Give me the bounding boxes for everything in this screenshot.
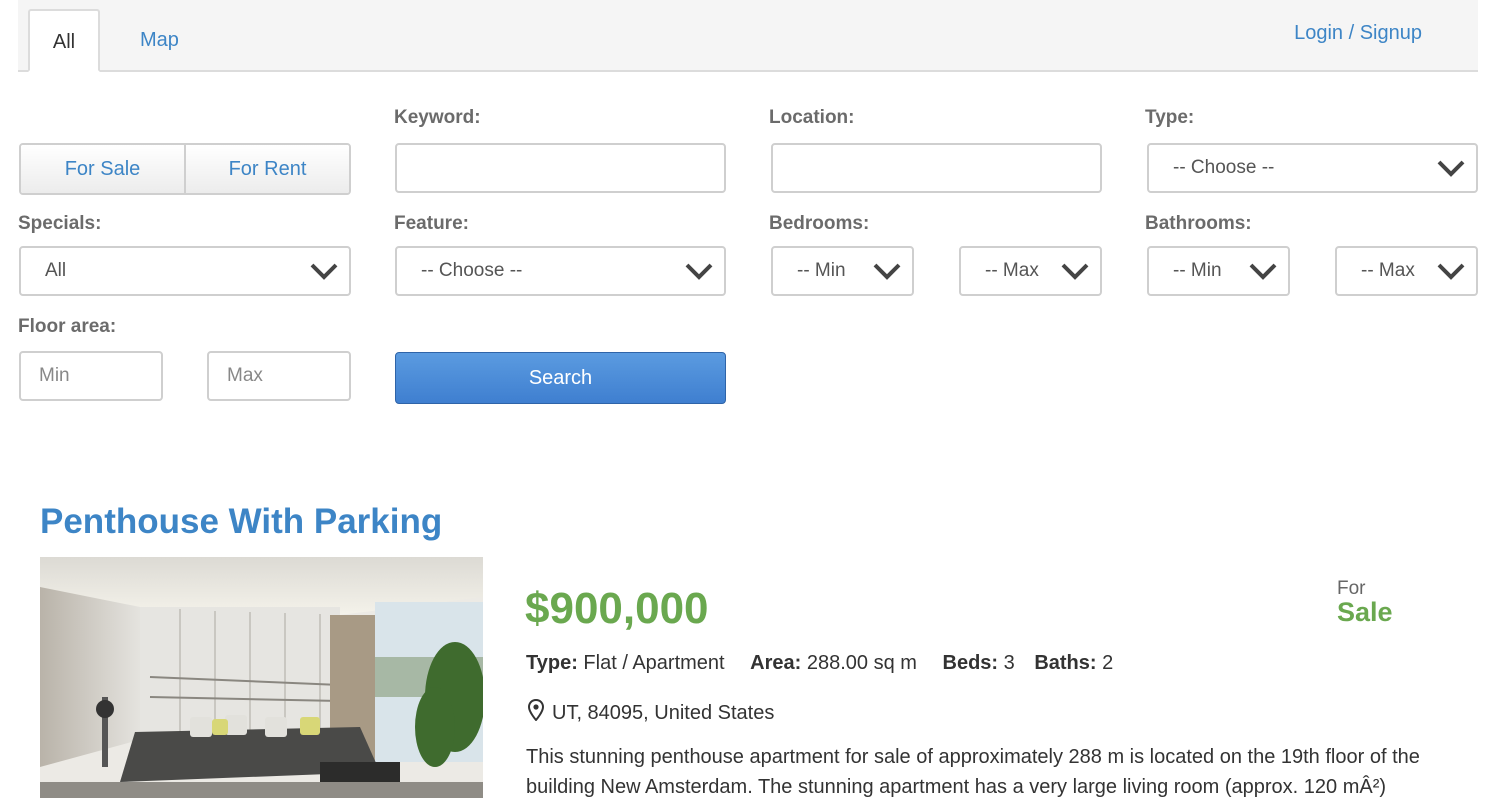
type-select-value: -- Choose -- <box>1173 157 1275 178</box>
listing-location: UT, 84095, United States <box>527 698 775 727</box>
area-spec-value: 288.00 sq m <box>806 652 917 674</box>
bathrooms-min-select[interactable]: -- Min <box>1147 246 1290 296</box>
listing-location-text: UT, 84095, United States <box>552 701 775 724</box>
for-sale-button[interactable]: For Sale <box>21 145 184 193</box>
location-label: Location: <box>769 107 855 128</box>
type-label: Type: <box>1145 107 1195 128</box>
listing-price: $900,000 <box>525 584 709 633</box>
specials-select-value: All <box>45 260 67 281</box>
listing-specs: Type: Flat / Apartment Area: 288.00 sq m… <box>526 652 1113 675</box>
chevron-down-icon <box>1436 157 1466 179</box>
search-button[interactable]: Search <box>395 352 726 404</box>
feature-select-value: -- Choose -- <box>421 260 523 281</box>
listing-description: This stunning penthouse apartment for sa… <box>526 746 1420 798</box>
floor-area-label: Floor area: <box>18 316 117 337</box>
tab-all[interactable]: All <box>28 9 100 72</box>
chevron-down-icon <box>684 260 714 282</box>
bedrooms-label: Bedrooms: <box>769 213 870 234</box>
tab-bar: All Map Login / Signup <box>18 0 1478 72</box>
bathrooms-label: Bathrooms: <box>1145 213 1252 234</box>
chevron-down-icon <box>872 260 902 282</box>
bathrooms-max-value: -- Max <box>1361 260 1415 281</box>
chevron-down-icon <box>1436 260 1466 282</box>
bathrooms-max-select[interactable]: -- Max <box>1335 246 1478 296</box>
type-select[interactable]: -- Choose -- <box>1147 143 1478 193</box>
living-room-image <box>40 557 483 798</box>
floor-area-max-input[interactable] <box>207 351 351 401</box>
type-spec-label: Type: <box>526 652 578 674</box>
specials-label: Specials: <box>18 213 102 234</box>
keyword-label: Keyword: <box>394 107 481 128</box>
floor-area-min-input[interactable] <box>19 351 163 401</box>
tab-map[interactable]: Map <box>118 9 201 72</box>
bedrooms-min-value: -- Min <box>797 260 846 281</box>
chevron-down-icon <box>1248 260 1278 282</box>
area-spec-label: Area: <box>750 652 802 674</box>
location-input[interactable] <box>771 143 1102 193</box>
feature-label: Feature: <box>394 213 469 234</box>
bedrooms-max-value: -- Max <box>985 260 1039 281</box>
bedrooms-max-select[interactable]: -- Max <box>959 246 1102 296</box>
map-pin-icon <box>527 698 552 727</box>
listing-photo[interactable] <box>40 557 483 798</box>
beds-spec-value: 3 <box>1003 652 1015 674</box>
chevron-down-icon <box>1060 260 1090 282</box>
beds-spec-label: Beds: <box>942 652 999 674</box>
chevron-down-icon <box>309 260 339 282</box>
type-spec-value: Flat / Apartment <box>583 652 725 674</box>
feature-select[interactable]: -- Choose -- <box>395 246 726 296</box>
login-signup-link[interactable]: Login / Signup <box>1294 22 1422 45</box>
baths-spec-value: 2 <box>1102 652 1114 674</box>
baths-spec-label: Baths: <box>1034 652 1097 674</box>
listing-status: Sale <box>1337 597 1393 627</box>
listing-title[interactable]: Penthouse With Parking <box>40 502 442 542</box>
specials-select[interactable]: All <box>19 246 351 296</box>
keyword-input[interactable] <box>395 143 726 193</box>
bathrooms-min-value: -- Min <box>1173 260 1222 281</box>
listing-type-toggle: For Sale For Rent <box>19 143 351 195</box>
bedrooms-min-select[interactable]: -- Min <box>771 246 914 296</box>
for-rent-button[interactable]: For Rent <box>184 145 349 193</box>
